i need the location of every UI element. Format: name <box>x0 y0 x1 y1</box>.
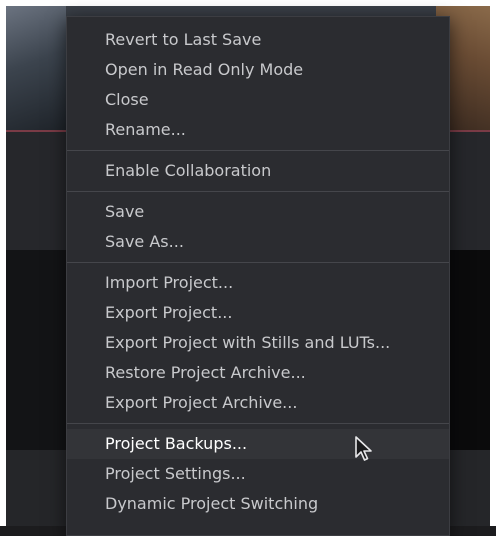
project-context-menu: Revert to Last Save Open in Read Only Mo… <box>66 16 450 536</box>
menu-item-open-read-only[interactable]: Open in Read Only Mode <box>67 55 449 85</box>
menu-item-revert-to-last-save[interactable]: Revert to Last Save <box>67 25 449 55</box>
menu-item-rename[interactable]: Rename... <box>67 115 449 145</box>
menu-item-project-backups[interactable]: Project Backups... <box>67 429 449 459</box>
menu-group-import-export: Import Project... Export Project... Expo… <box>67 268 449 418</box>
menu-item-import-project[interactable]: Import Project... <box>67 268 449 298</box>
menu-item-save[interactable]: Save <box>67 197 449 227</box>
menu-item-export-archive[interactable]: Export Project Archive... <box>67 388 449 418</box>
menu-item-export-project[interactable]: Export Project... <box>67 298 449 328</box>
menu-separator <box>67 262 449 263</box>
menu-item-dynamic-project-switching[interactable]: Dynamic Project Switching <box>67 489 449 519</box>
clip-thumbnail[interactable] <box>6 6 66 130</box>
menu-group-project: Project Backups... Project Settings... D… <box>67 429 449 519</box>
menu-group-save: Save Save As... <box>67 197 449 257</box>
menu-group-collaboration: Enable Collaboration <box>67 156 449 186</box>
mouse-pointer-icon <box>355 436 372 461</box>
menu-item-enable-collaboration[interactable]: Enable Collaboration <box>67 156 449 186</box>
menu-item-save-as[interactable]: Save As... <box>67 227 449 257</box>
menu-group-file: Revert to Last Save Open in Read Only Mo… <box>67 25 449 145</box>
menu-separator <box>67 423 449 424</box>
menu-item-export-with-stills-luts[interactable]: Export Project with Stills and LUTs... <box>67 328 449 358</box>
menu-separator <box>67 150 449 151</box>
menu-item-restore-archive[interactable]: Restore Project Archive... <box>67 358 449 388</box>
menu-separator <box>67 191 449 192</box>
menu-item-project-settings[interactable]: Project Settings... <box>67 459 449 489</box>
menu-item-close[interactable]: Close <box>67 85 449 115</box>
